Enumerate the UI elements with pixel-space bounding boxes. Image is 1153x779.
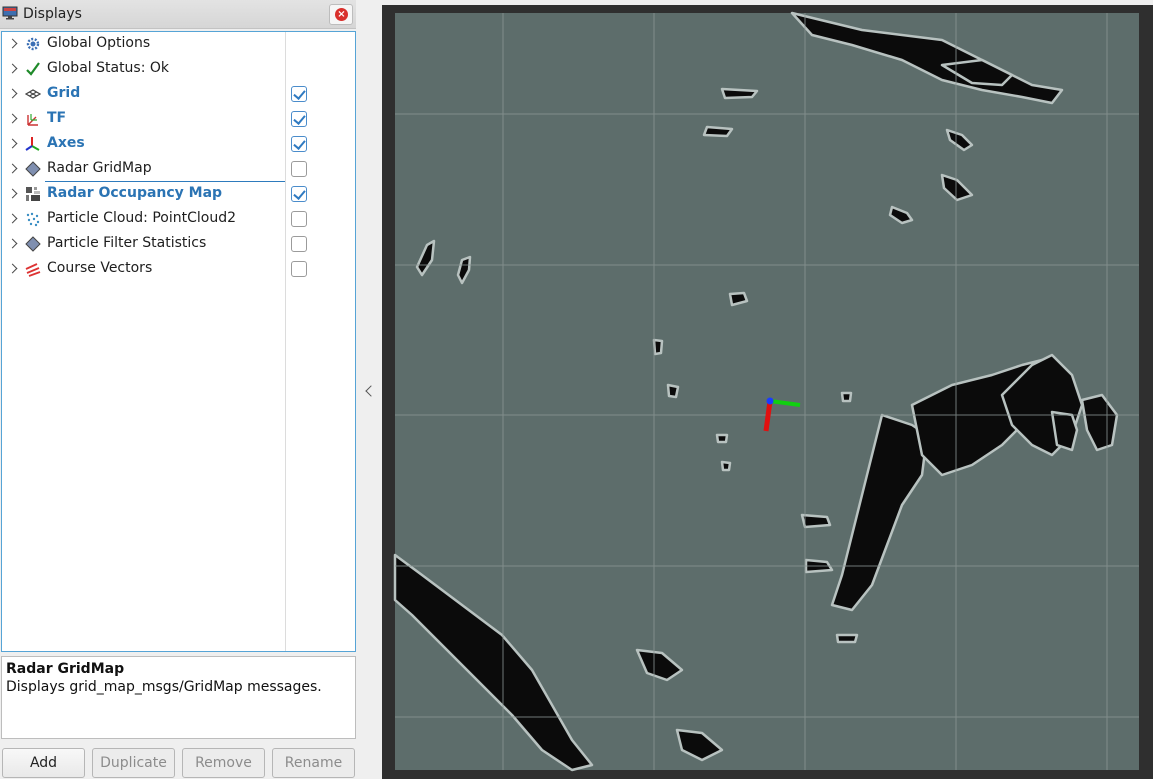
grid-icon (24, 86, 42, 102)
tree-item-label: Global Options (47, 35, 151, 51)
displays-titlebar: Displays × (0, 0, 356, 29)
enable-checkbox[interactable] (291, 236, 307, 252)
chevron-right-icon[interactable] (7, 163, 18, 174)
enable-checkbox[interactable] (291, 186, 307, 202)
obstacle-shape (720, 460, 732, 472)
chevron-right-icon[interactable] (7, 138, 18, 149)
chevron-right-icon[interactable] (7, 213, 18, 224)
obstacle-shape (702, 125, 734, 138)
chevron-right-icon[interactable] (7, 238, 18, 249)
obstacle-shape (652, 338, 664, 356)
diamond-icon (25, 161, 41, 177)
tree-item-label: Radar Occupancy Map (47, 185, 223, 201)
tree-item-particle-cloud-pointcloud2[interactable]: Particle Cloud: PointCloud2 (2, 207, 355, 232)
panel-splitter[interactable] (358, 0, 382, 779)
duplicate-button[interactable]: Duplicate (92, 748, 175, 778)
gear-icon (25, 36, 41, 52)
close-button[interactable]: × (329, 4, 353, 25)
obstacle-shape (720, 87, 759, 100)
tree-item-label: Particle Cloud: PointCloud2 (47, 210, 236, 226)
point-cloud-icon (25, 211, 41, 227)
obstacle-shape (666, 383, 680, 399)
tree-item-label: Particle Filter Statistics (47, 235, 207, 251)
displays-panel: Displays × Global Options Global Status: … (0, 0, 358, 779)
diamond-icon (25, 236, 41, 252)
3d-viewport[interactable] (382, 5, 1153, 779)
tree-item-label: Grid (47, 85, 81, 101)
tree-item-grid[interactable]: Grid (2, 82, 355, 107)
occupancy-map-icon (25, 186, 41, 202)
tree-item-radar-gridmap[interactable]: Radar GridMap (2, 157, 355, 182)
tree-item-label: Global Status: Ok (47, 60, 170, 76)
tree-item-global-options[interactable]: Global Options (2, 32, 355, 57)
obstacle-shape (1050, 410, 1079, 452)
description-panel: Radar GridMap Displays grid_map_msgs/Gri… (1, 656, 356, 739)
obstacle-shape (840, 391, 853, 403)
tree-item-axes[interactable]: Axes (2, 132, 355, 157)
add-button[interactable]: Add (2, 748, 85, 778)
chevron-left-icon[interactable] (365, 385, 377, 397)
displays-tree: Global Options Global Status: Ok Grid TF Axe… (1, 31, 356, 652)
remove-button[interactable]: Remove (182, 748, 265, 778)
tree-item-tf[interactable]: TF (2, 107, 355, 132)
tree-item-global-status-ok[interactable]: Global Status: Ok (2, 57, 355, 82)
close-icon: × (335, 8, 348, 21)
tree-item-label: Course Vectors (47, 260, 153, 276)
enable-checkbox[interactable] (291, 161, 307, 177)
vectors-icon (25, 261, 41, 277)
enable-checkbox[interactable] (291, 136, 307, 152)
tree-item-course-vectors[interactable]: Course Vectors (2, 257, 355, 282)
occupancy-map-render (393, 11, 1139, 772)
chevron-right-icon[interactable] (7, 263, 18, 274)
checkmark-icon (25, 61, 41, 77)
tree-item-label: TF (47, 110, 67, 126)
panel-title: Displays (23, 6, 82, 22)
chevron-right-icon[interactable] (7, 113, 18, 124)
axes-icon (25, 136, 41, 152)
enable-checkbox[interactable] (291, 211, 307, 227)
enable-checkbox[interactable] (291, 111, 307, 127)
z-axis-dot (766, 397, 774, 405)
chevron-right-icon[interactable] (7, 63, 18, 74)
tree-item-label: Radar GridMap (47, 160, 152, 176)
tree-item-particle-filter-statistics[interactable]: Particle Filter Statistics (2, 232, 355, 257)
chevron-right-icon[interactable] (7, 38, 18, 49)
description-text: Displays grid_map_msgs/GridMap messages. (6, 679, 322, 695)
enable-checkbox[interactable] (291, 86, 307, 102)
rename-button[interactable]: Rename (272, 748, 355, 778)
enable-checkbox[interactable] (291, 261, 307, 277)
tf-frames-icon (25, 111, 41, 127)
tree-item-label: Axes (47, 135, 85, 151)
obstacle-shape (800, 513, 832, 529)
chevron-right-icon[interactable] (7, 88, 18, 99)
chevron-right-icon[interactable] (7, 188, 18, 199)
tree-item-radar-occupancy-map[interactable]: Radar Occupancy Map (2, 182, 355, 207)
monitor-icon (2, 6, 18, 20)
obstacle-shape (835, 633, 859, 644)
obstacle-shape (715, 433, 729, 444)
description-title: Radar GridMap (6, 661, 125, 677)
